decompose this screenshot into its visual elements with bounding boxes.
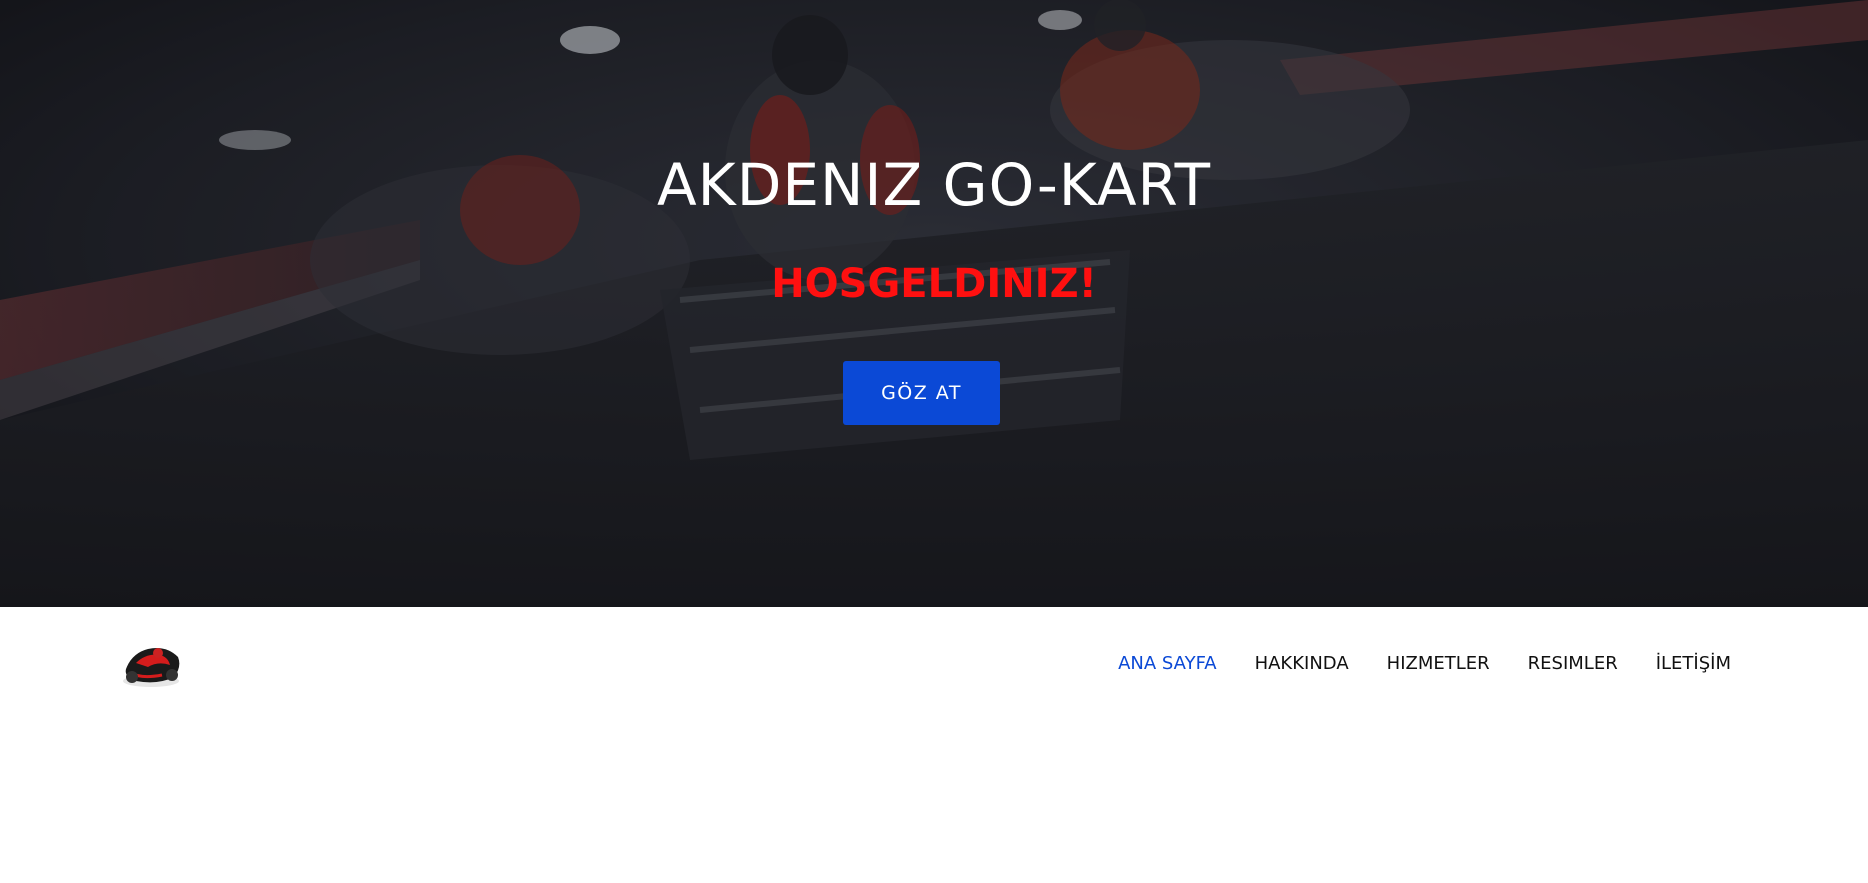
nav-link-resimler[interactable]: RESIMLER [1528, 653, 1618, 674]
nav-item-hakkinda: HAKKINDA [1255, 653, 1349, 674]
nav-item-ana-sayfa: ANA SAYFA [1118, 653, 1217, 674]
nav-link-hizmetler[interactable]: HIZMETLER [1387, 653, 1490, 674]
go-kart-logo-icon[interactable] [118, 635, 184, 693]
nav-menu: ANA SAYFA HAKKINDA HIZMETLER RESIMLER İL… [1080, 607, 1731, 719]
nav-link-hakkinda[interactable]: HAKKINDA [1255, 653, 1349, 674]
nav-item-resimler: RESIMLER [1528, 653, 1618, 674]
hero-subtitle: HOSGELDINIZ! [771, 261, 1097, 307]
hero-content: AKDENIZ GO-KART HOSGELDINIZ! GÖZ AT [0, 0, 1868, 607]
nav-link-iletisim[interactable]: İLETİŞİM [1656, 653, 1731, 674]
navbar: ANA SAYFA HAKKINDA HIZMETLER RESIMLER İL… [0, 607, 1868, 719]
goz-at-button[interactable]: GÖZ AT [843, 361, 1000, 425]
hero-title: AKDENIZ GO-KART [656, 151, 1212, 219]
nav-link-ana-sayfa[interactable]: ANA SAYFA [1118, 653, 1217, 674]
nav-item-hizmetler: HIZMETLER [1387, 653, 1490, 674]
nav-item-iletisim: İLETİŞİM [1656, 653, 1731, 674]
hero-section: AKDENIZ GO-KART HOSGELDINIZ! GÖZ AT [0, 0, 1868, 607]
page-body [0, 719, 1868, 883]
